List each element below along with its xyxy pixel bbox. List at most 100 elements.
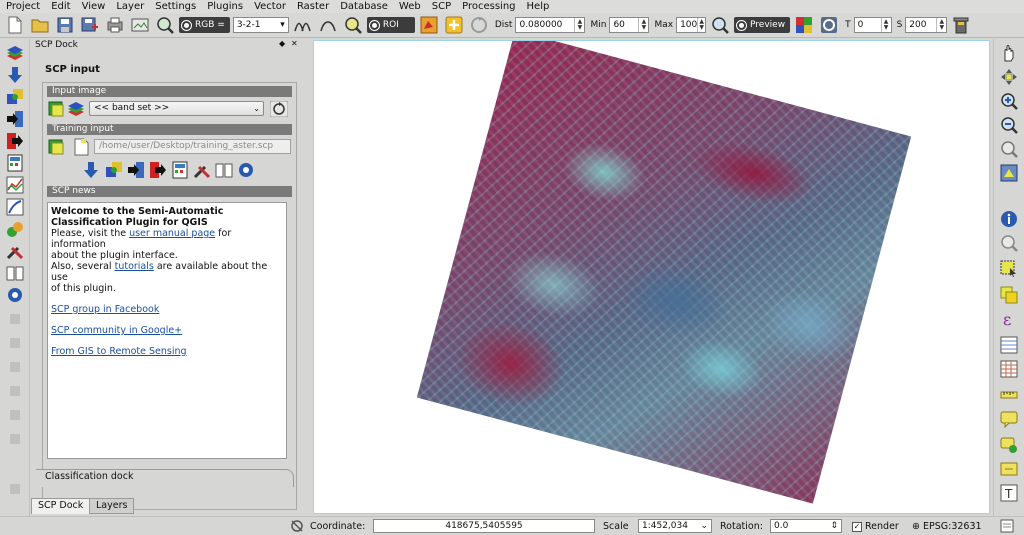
render-toggle[interactable]: ✓ Render [852, 520, 899, 533]
band-tools-icon[interactable] [4, 87, 26, 107]
menu-plugins[interactable]: Plugins [207, 0, 243, 13]
map-tips-icon[interactable] [998, 409, 1020, 429]
float-dock-icon[interactable]: ◆ [279, 39, 285, 48]
new-training-icon[interactable] [73, 138, 89, 159]
preview-toggle-button[interactable]: Preview [734, 17, 791, 33]
band-set-icon[interactable] [67, 101, 85, 120]
export-icon[interactable] [4, 131, 26, 151]
menu-settings[interactable]: Settings [155, 0, 196, 13]
settings-gear-icon[interactable] [4, 285, 26, 305]
google-plus-link[interactable]: SCP community in Google+ [51, 325, 182, 336]
spin-arrows-icon[interactable]: ▲ ▼ [880, 18, 891, 32]
tutorials-link[interactable]: tutorials [115, 261, 154, 272]
rgb-combo[interactable]: 3-2-1 ▾ [232, 17, 289, 33]
import-icon[interactable] [127, 161, 145, 182]
map-canvas[interactable] [313, 40, 990, 514]
download-arrow-icon[interactable] [83, 161, 99, 182]
zoom-out-icon[interactable] [998, 115, 1020, 135]
crs-status[interactable]: ⊕ EPSG:32631 [912, 520, 982, 533]
create-roi-icon[interactable] [418, 14, 440, 36]
scatter-plot-icon[interactable] [4, 197, 26, 217]
tab-scp-dock[interactable]: SCP Dock [31, 498, 91, 514]
menu-processing[interactable]: Processing [462, 0, 515, 13]
redo-preview-icon[interactable] [818, 14, 840, 36]
spin-arrows-icon[interactable]: ⇕ [830, 520, 838, 532]
print-composer-icon[interactable] [104, 14, 126, 36]
menu-web[interactable]: Web [399, 0, 421, 13]
save-project-icon[interactable] [54, 14, 76, 36]
import-icon[interactable] [4, 109, 26, 129]
close-dock-icon[interactable]: ✕ [291, 39, 298, 48]
measure-icon[interactable] [998, 385, 1020, 405]
facebook-link[interactable]: SCP group in Facebook [51, 304, 159, 315]
attribute-table-icon[interactable] [998, 335, 1020, 355]
settings-gear-icon[interactable] [237, 161, 255, 182]
toggle-extents-icon[interactable] [290, 519, 304, 535]
rotation-spinbox[interactable]: 0.0 ⇕ [770, 519, 842, 533]
coordinate-field[interactable]: 418675,5405595 [373, 519, 595, 533]
deselect-icon[interactable] [998, 285, 1020, 305]
download-arrow-icon[interactable] [4, 65, 26, 85]
messages-icon[interactable] [1000, 519, 1014, 535]
tab-layers[interactable]: Layers [89, 498, 135, 514]
dist-spinbox[interactable]: 0.080000 ▲ ▼ [515, 17, 586, 33]
classification-preview-icon[interactable] [793, 14, 815, 36]
gis-remote-sensing-link[interactable]: From GIS to Remote Sensing [51, 346, 187, 357]
zoom-to-image-icon[interactable] [342, 14, 364, 36]
user-manual-link[interactable]: user manual page [129, 228, 215, 239]
rgb-toggle-button[interactable]: RGB = [179, 17, 230, 33]
menu-layer[interactable]: Layer [116, 0, 144, 13]
menu-raster[interactable]: Raster [297, 0, 329, 13]
tools-icon[interactable] [4, 241, 26, 261]
spin-arrows-icon[interactable]: ▲ ▼ [638, 18, 648, 32]
select-icon[interactable] [998, 259, 1020, 279]
zoom-roi-icon[interactable] [154, 14, 176, 36]
composer-manager-icon[interactable] [129, 14, 151, 36]
book-icon[interactable] [215, 161, 233, 182]
local-stretch-icon[interactable] [292, 14, 314, 36]
calculator-icon[interactable] [171, 161, 189, 182]
save-as-icon[interactable] [79, 14, 101, 36]
spin-arrows-icon[interactable]: ▲ ▼ [574, 18, 584, 32]
band-set-combo[interactable]: << band set >> ⌄ [89, 101, 264, 116]
new-project-icon[interactable] [4, 14, 26, 36]
zoom-last-icon[interactable] [998, 233, 1020, 253]
tools-icon[interactable] [193, 161, 211, 182]
zoom-preview-icon[interactable] [709, 14, 731, 36]
menu-edit[interactable]: Edit [51, 0, 70, 13]
identify-icon[interactable] [998, 209, 1020, 229]
add-point-icon[interactable] [443, 14, 465, 36]
zoom-in-icon[interactable] [998, 91, 1020, 111]
open-project-icon[interactable] [29, 14, 51, 36]
annotation-icon[interactable] [998, 435, 1020, 455]
zoom-layer-icon[interactable] [998, 163, 1020, 183]
t-spinbox[interactable]: 0 ▲ ▼ [853, 17, 892, 33]
pan-to-selection-icon[interactable] [998, 67, 1020, 87]
roi-toggle-button[interactable]: ROI [366, 17, 415, 33]
scale-combo[interactable]: 1:452,034 ⌄ [638, 519, 712, 533]
menu-view[interactable]: View [82, 0, 106, 13]
spin-arrows-icon[interactable]: ▲ ▼ [697, 18, 705, 32]
expression-icon[interactable]: ε [998, 309, 1020, 329]
min-spinbox[interactable]: 60 ▲ ▼ [609, 17, 650, 33]
classification-dock-tab[interactable]: Classification dock [36, 469, 294, 487]
refresh-icon[interactable] [269, 100, 289, 120]
text-annotation-icon[interactable]: T [998, 483, 1020, 503]
calculator-icon[interactable] [4, 153, 26, 173]
menu-scp[interactable]: SCP [432, 0, 451, 13]
max-spinbox[interactable]: 100 ▲ ▼ [676, 17, 707, 33]
classification-icon[interactable] [4, 219, 26, 239]
s-spinbox[interactable]: 200 ▲ ▼ [905, 17, 948, 33]
open-image-icon[interactable] [48, 101, 64, 120]
open-training-icon[interactable] [48, 139, 64, 158]
zoom-full-icon[interactable] [998, 139, 1020, 159]
export-icon[interactable] [149, 161, 167, 182]
bookmark-icon[interactable] [998, 459, 1020, 479]
menu-project[interactable]: Project [6, 0, 40, 13]
menu-vector[interactable]: Vector [254, 0, 286, 13]
training-path-field[interactable]: /home/user/Desktop/training_aster.scp [94, 139, 291, 154]
render-checkbox[interactable]: ✓ [852, 521, 862, 532]
menu-help[interactable]: Help [527, 0, 550, 13]
remove-temp-files-icon[interactable] [950, 14, 972, 36]
book-icon[interactable] [4, 263, 26, 283]
